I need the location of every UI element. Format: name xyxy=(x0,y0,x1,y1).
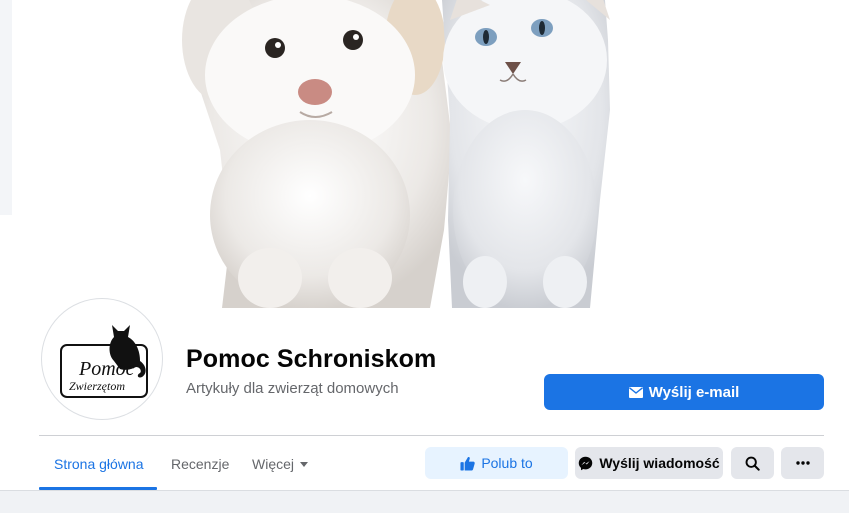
more-dots-icon xyxy=(795,461,810,465)
page-category: Artykuły dla zwierząt domowych xyxy=(186,380,399,397)
like-page-button[interactable]: Polub to xyxy=(425,447,568,479)
pomoc-zwierzetom-logo: Pomoc Zwierzętom xyxy=(60,325,148,398)
header-divider xyxy=(39,435,824,436)
page-content-background xyxy=(0,490,849,513)
tab-home-label: Strona główna xyxy=(54,456,144,472)
envelope-icon xyxy=(628,386,643,398)
tab-more-label: Więcej xyxy=(252,456,295,472)
more-options-button[interactable] xyxy=(781,447,824,479)
search-button[interactable] xyxy=(731,447,774,479)
tab-more[interactable]: Więcej xyxy=(252,440,309,488)
logo-text-pomoc: Pomoc xyxy=(78,358,135,380)
tab-reviews-label: Recenzje xyxy=(171,456,230,472)
search-icon xyxy=(745,456,760,471)
page-avatar[interactable]: Pomoc Zwierzętom xyxy=(41,298,163,420)
like-page-label: Polub to xyxy=(481,455,533,471)
tab-reviews[interactable]: Recenzje xyxy=(171,440,229,488)
send-message-label: Wyślij wiadomość xyxy=(599,455,720,471)
page-title: Pomoc Schroniskom xyxy=(186,345,437,373)
cover-area xyxy=(0,0,849,308)
send-email-button[interactable]: Wyślij e-mail xyxy=(544,374,824,410)
logo-text-zwierzetom: Zwierzętom xyxy=(69,379,125,393)
cover-photo-puppy-and-kitten[interactable] xyxy=(160,0,635,308)
messenger-icon xyxy=(579,456,593,470)
tab-home[interactable]: Strona główna xyxy=(54,440,144,488)
thumbs-up-icon xyxy=(460,456,476,471)
caret-down-icon xyxy=(300,461,309,467)
send-email-label: Wyślij e-mail xyxy=(648,383,740,401)
cover-edge xyxy=(0,0,12,215)
send-message-button[interactable]: Wyślij wiadomość xyxy=(575,447,723,479)
